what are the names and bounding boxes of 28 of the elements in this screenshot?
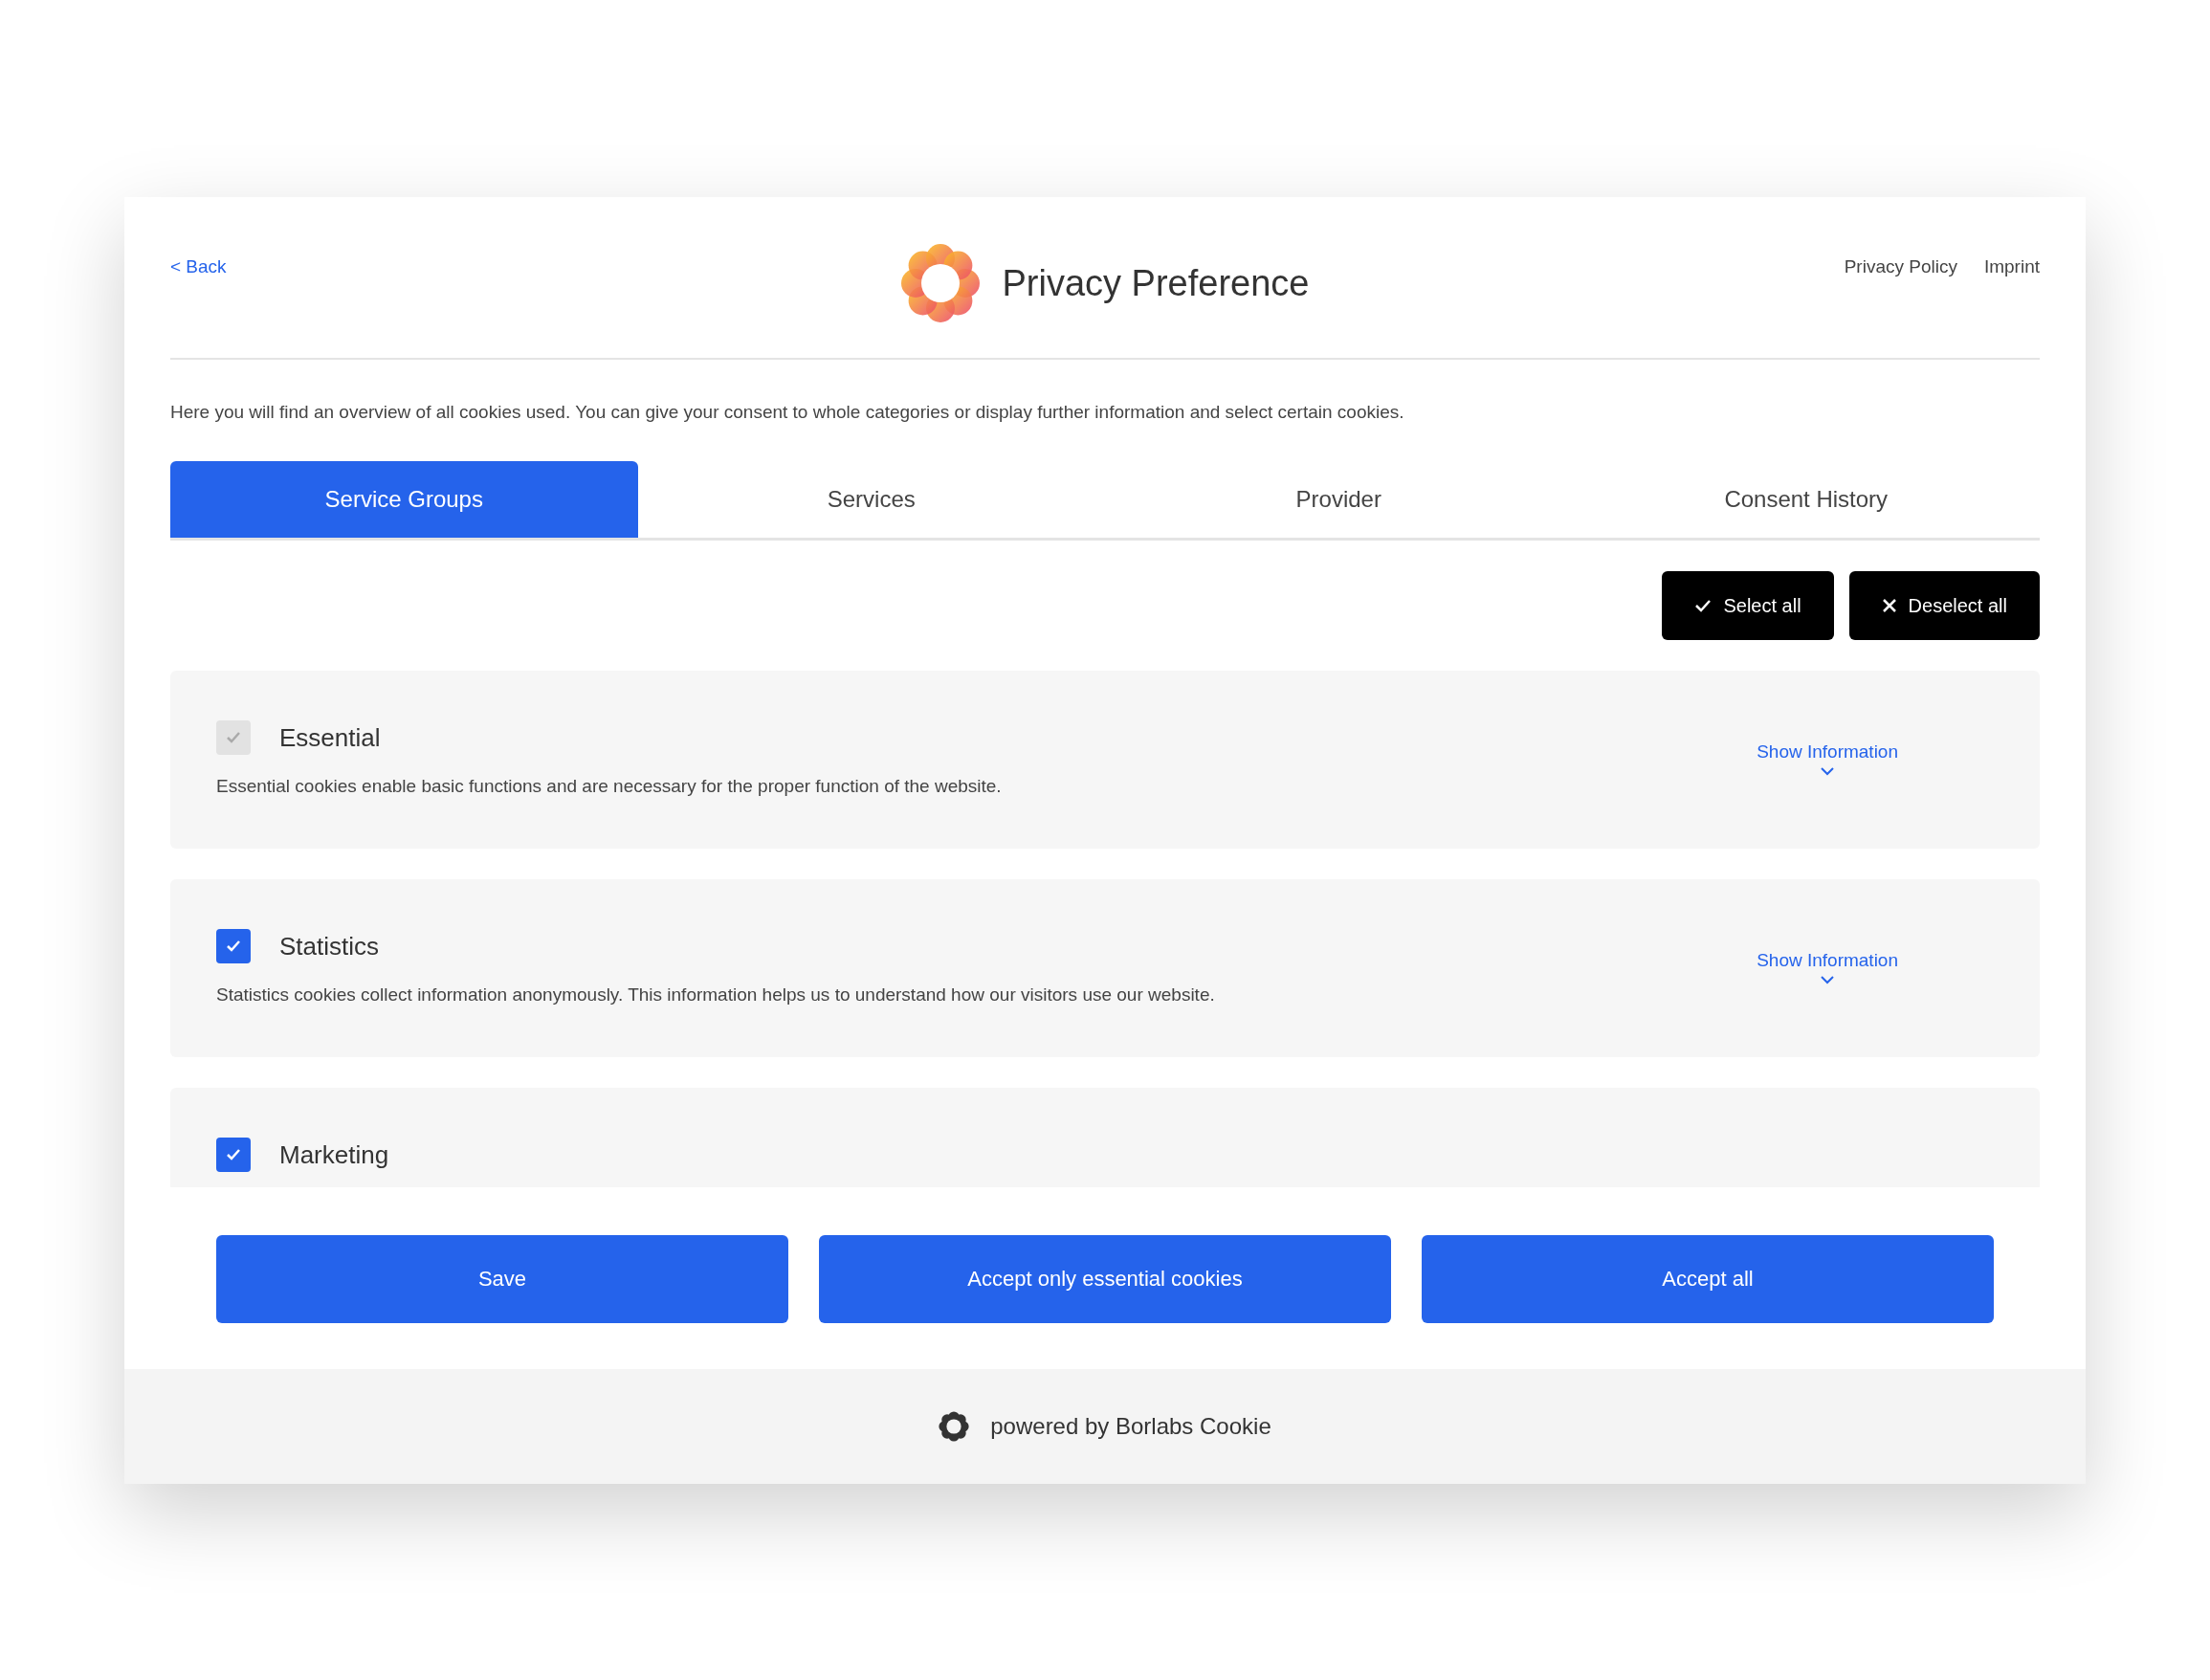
tab[interactable]: Service Groups bbox=[170, 461, 638, 538]
deselect-all-button[interactable]: Deselect all bbox=[1848, 571, 2040, 640]
logo-icon bbox=[900, 243, 982, 323]
select-all-button[interactable]: Select all bbox=[1662, 571, 1834, 640]
action-button[interactable]: Save bbox=[216, 1235, 788, 1323]
header-link[interactable]: Imprint bbox=[1983, 256, 2040, 277]
powered-by-text: powered by Borlabs Cookie bbox=[990, 1413, 1271, 1440]
action-button[interactable]: Accept only essential cookies bbox=[819, 1235, 1391, 1323]
tab[interactable]: Services bbox=[637, 461, 1105, 538]
checkbox[interactable] bbox=[216, 1138, 251, 1172]
tab[interactable]: Provider bbox=[1105, 461, 1573, 538]
group-name: Essential bbox=[279, 722, 381, 753]
intro-text: Here you will find an overview of all cookies used. You can give your consent to whole categories or display further information and select certain cookies. bbox=[170, 402, 1405, 423]
close-icon bbox=[1881, 598, 1897, 613]
tab[interactable]: Consent History bbox=[1572, 461, 2040, 538]
action-button[interactable]: Accept all bbox=[1422, 1235, 1994, 1323]
group-name: Marketing bbox=[279, 1139, 389, 1170]
chevron-down-icon bbox=[1820, 766, 1836, 776]
back-link[interactable]: < Back bbox=[170, 256, 457, 277]
logo-icon bbox=[939, 1411, 970, 1442]
show-information-link[interactable]: Show Information bbox=[1757, 950, 1898, 984]
group-description: Statistics cookies collect information anonymously. This information helps us to understand how our visitors use our website. bbox=[216, 984, 1216, 1006]
dialog-title: Privacy Preference bbox=[1002, 262, 1310, 304]
chevron-down-icon bbox=[1820, 975, 1836, 984]
header-link[interactable]: Privacy Policy bbox=[1844, 256, 1957, 277]
group-description: Essential cookies enable basic functions and are necessary for the proper function of the website. bbox=[216, 776, 1003, 797]
group-name: Statistics bbox=[279, 931, 380, 962]
checkbox[interactable] bbox=[216, 929, 251, 963]
